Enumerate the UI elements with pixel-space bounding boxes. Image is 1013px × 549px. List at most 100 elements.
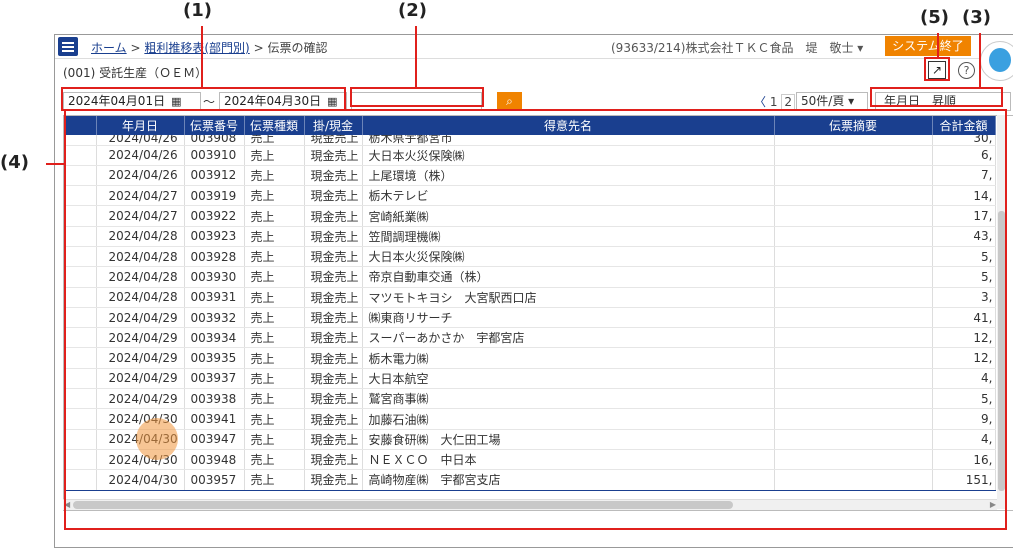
cell-payment: 現金売上 — [304, 388, 363, 410]
calendar-icon[interactable]: ▦ — [171, 95, 181, 108]
date-to-field[interactable]: 2024年04月30日 ▦ — [219, 92, 347, 111]
search-icon: ⌕ — [506, 94, 513, 108]
breadcrumb-separator: > — [130, 41, 141, 55]
table-row[interactable]: 2024/04/28 003930 売上 現金売上 帝京自動車交通（株） 5, — [64, 266, 996, 288]
system-exit-button[interactable]: システム終了 — [885, 36, 971, 56]
voucher-table: 年月日 伝票番号 伝票種類 掛/現金 得意先名 伝票摘要 合計金額 2024/0… — [63, 115, 1013, 511]
cell-voucher-no: 003948 — [184, 449, 245, 471]
cell-payment: 現金売上 — [304, 266, 363, 288]
cell-customer: 栃木県宇都宮市 — [362, 135, 775, 146]
callout-2: (2) — [398, 0, 427, 21]
annotation-leader-5 — [937, 33, 939, 58]
cell-voucher-no: 003932 — [184, 307, 245, 329]
cell-voucher-no: 003928 — [184, 246, 245, 268]
row-gutter — [64, 145, 97, 166]
table-row[interactable]: 2024/04/26 003908 売上 現金売上 栃木県宇都宮市 30, — [64, 135, 996, 146]
column-header-customer[interactable]: 得意先名 — [362, 116, 775, 135]
cell-payment: 現金売上 — [304, 408, 363, 430]
cell-customer: スーパーあかさか 宇都宮店 — [362, 327, 775, 349]
table-row[interactable]: 2024/04/29 003935 売上 現金売上 栃木電力㈱ 12, — [64, 347, 996, 369]
column-header-voucher-type[interactable]: 伝票種類 — [244, 116, 305, 135]
cell-payment: 現金売上 — [304, 246, 363, 268]
callout-3: (3) — [962, 7, 991, 28]
row-gutter — [64, 408, 97, 430]
cell-total: 3, — [932, 287, 996, 308]
cell-memo — [774, 388, 933, 410]
breadcrumb-separator: > — [253, 41, 264, 55]
search-input[interactable] — [351, 92, 482, 111]
table-row[interactable]: 2024/04/26 003910 売上 現金売上 大日本火災保険㈱ 6, — [64, 145, 996, 166]
cell-voucher-type: 売上 — [244, 185, 305, 207]
table-row[interactable]: 2024/04/26 003912 売上 現金売上 上尾環境（株） 7, — [64, 165, 996, 187]
calendar-icon[interactable]: ▦ — [327, 95, 337, 108]
column-header-payment[interactable]: 掛/現金 — [304, 116, 363, 135]
cell-total: 4, — [932, 429, 996, 450]
table-row[interactable]: 2024/04/30003947売上現金売上安藤食研㈱ 大仁田工場4, — [64, 429, 996, 450]
pager-page-1[interactable]: 1 — [770, 95, 778, 109]
table-row[interactable]: 2024/04/27 003922 売上 現金売上 宮崎紙業㈱ 17, — [64, 205, 996, 227]
cell-voucher-no: 003912 — [184, 165, 245, 187]
cell-payment: 現金売上 — [304, 165, 363, 187]
cell-memo — [774, 226, 933, 247]
cell-date: 2024/04/28 — [96, 287, 185, 308]
table-row[interactable]: 2024/04/28 003923 売上 現金売上 笠間調理機㈱ 43, — [64, 226, 996, 247]
column-header-blank — [64, 116, 97, 135]
table-row[interactable]: 2024/04/30 003941 売上 現金売上 加藤石油㈱ 9, — [64, 408, 996, 430]
cell-total: 151, — [932, 469, 996, 491]
breadcrumb-home[interactable]: ホーム — [91, 41, 127, 55]
cell-memo — [774, 449, 933, 471]
cell-voucher-type: 売上 — [244, 135, 305, 146]
cell-date: 2024/04/26 — [96, 145, 185, 166]
table-row[interactable]: 2024/04/29 003934 売上 現金売上 スーパーあかさか 宇都宮店 12, — [64, 327, 996, 349]
per-page-select[interactable]: 50件/頁 ▾ — [796, 92, 868, 111]
cell-customer: 笠間調理機㈱ — [362, 226, 775, 247]
search-button[interactable]: ⌕ — [497, 92, 522, 111]
column-header-voucher-no[interactable]: 伝票番号 — [184, 116, 245, 135]
table-row[interactable]: 2024/04/27 003919 売上 現金売上 栃木テレビ 14, — [64, 185, 996, 207]
sort-order-select[interactable]: 年月日 昇順 — [875, 92, 1011, 111]
row-gutter — [64, 429, 97, 450]
menu-icon[interactable] — [58, 37, 78, 56]
cell-payment: 現金売上 — [304, 205, 363, 227]
breadcrumb: ホーム > 粗利推移表(部門別) > 伝票の確認 — [91, 39, 327, 56]
table-row[interactable]: 2024/04/28 003928 売上 現金売上 大日本火災保険㈱ 5, — [64, 246, 996, 268]
assistant-avatar-icon[interactable] — [980, 41, 1013, 81]
date-from-field[interactable]: 2024年04月01日 ▦ — [63, 92, 201, 111]
table-row[interactable]: 2024/04/29 003938 売上 現金売上 鷲宮商事㈱ 5, — [64, 388, 996, 410]
breadcrumb-current: 伝票の確認 — [267, 41, 328, 55]
horizontal-scrollbar[interactable]: ◀ ▶ — [63, 499, 997, 510]
cell-voucher-type: 売上 — [244, 449, 305, 471]
callout-5: (5) — [920, 7, 949, 28]
cell-memo — [774, 327, 933, 349]
column-header-date[interactable]: 年月日 — [96, 116, 185, 135]
cell-voucher-no: 003934 — [184, 327, 245, 349]
cell-voucher-type: 売上 — [244, 307, 305, 329]
cell-memo — [774, 135, 933, 146]
pager-page-2[interactable]: 2 — [781, 94, 795, 110]
cell-voucher-no: 003937 — [184, 368, 245, 390]
vertical-scrollbar[interactable] — [997, 115, 1006, 509]
column-header-total[interactable]: 合計金額 — [932, 116, 996, 135]
table-row[interactable]: 2024/04/28 003931 売上 現金売上 マツモトキヨシ 大宮駅西口店 3, — [64, 287, 996, 308]
row-gutter — [64, 368, 97, 390]
table-row[interactable]: 2024/04/29 003937 売上 現金売上 大日本航空 4, — [64, 368, 996, 390]
cell-voucher-no: 003935 — [184, 347, 245, 369]
cell-date: 2024/04/28 — [96, 226, 185, 247]
cell-memo — [774, 266, 933, 288]
callout-1: (1) — [183, 0, 212, 21]
pager-prev-button[interactable]: 〈 — [754, 95, 766, 109]
row-gutter — [64, 307, 97, 329]
row-gutter — [64, 135, 97, 146]
cell-total: 30, — [932, 135, 996, 146]
cell-customer: ＮＥＸＣＯ 中日本 — [362, 449, 775, 471]
table-row[interactable]: 2024/04/30 003957 売上 現金売上 高崎物産㈱ 宇都宮支店 151, — [64, 469, 996, 491]
cell-payment: 現金売上 — [304, 469, 363, 491]
column-header-memo[interactable]: 伝票摘要 — [774, 116, 933, 135]
cell-payment: 現金売上 — [304, 287, 363, 308]
external-link-icon[interactable]: ↗ — [928, 61, 946, 79]
user-company-menu[interactable]: (93633/214)株式会社ＴＫＣ食品 堤 敬士 ▾ — [611, 39, 863, 56]
breadcrumb-gross-profit-report[interactable]: 粗利推移表(部門別) — [144, 41, 249, 55]
table-row[interactable]: 2024/04/29 003932 売上 現金売上 ㈱東商リサーチ 41, — [64, 307, 996, 329]
help-icon[interactable]: ? — [958, 62, 975, 79]
table-row[interactable]: 2024/04/30 003948 売上 現金売上 ＮＥＸＣＯ 中日本 16, — [64, 449, 996, 471]
